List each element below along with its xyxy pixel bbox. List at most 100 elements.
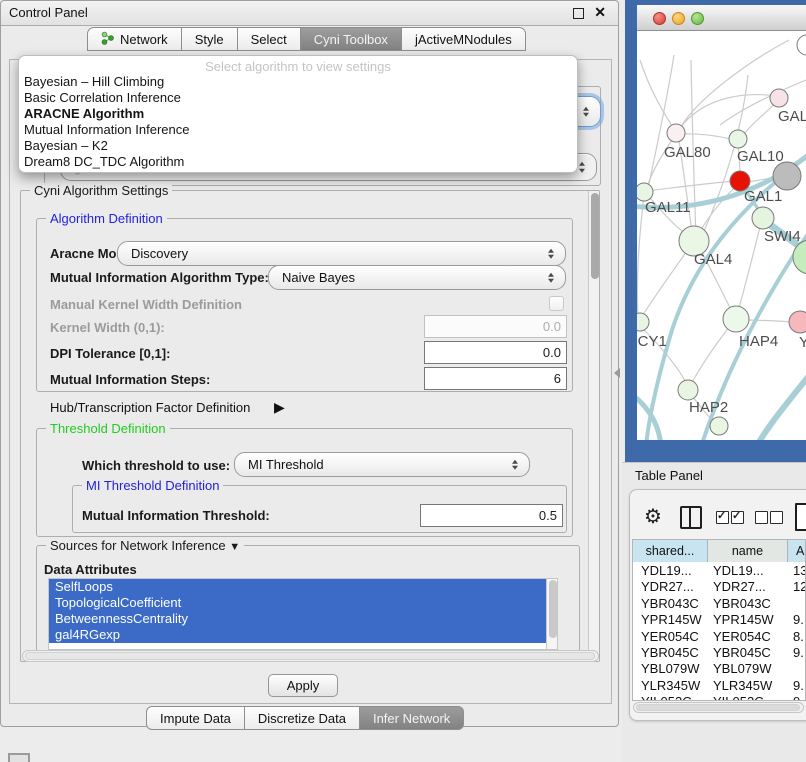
apply-button[interactable]: Apply (268, 674, 338, 697)
attribute-item-selected[interactable]: BetweennessCentrality (49, 611, 557, 627)
node-gal10[interactable] (729, 130, 747, 148)
node-gal7[interactable] (770, 89, 788, 107)
float-icon[interactable] (573, 8, 584, 19)
mi-type-combo[interactable]: Naive Bayes (268, 265, 566, 290)
settings-vertical-scrollbar[interactable] (588, 191, 599, 661)
tab-impute-data[interactable]: Impute Data (146, 706, 245, 730)
manual-kernel-checkbox[interactable] (549, 296, 564, 311)
close-traffic-light-icon[interactable] (653, 12, 666, 25)
node-swi4[interactable] (752, 207, 774, 229)
table-row[interactable]: YPR145W YPR145W 9. (633, 612, 806, 628)
dropdown-item-selected[interactable]: ARACNE Algorithm (24, 106, 144, 122)
node[interactable] (710, 417, 728, 435)
minimized-panel-icon[interactable] (8, 753, 30, 762)
mi-threshold-field[interactable]: 0.5 (420, 504, 563, 527)
kernel-width-field[interactable]: 0.0 (424, 315, 567, 338)
sources-title[interactable]: Sources for Network Inference ▼ (46, 538, 244, 553)
scrollbar-thumb[interactable] (549, 580, 557, 638)
attribute-item-selected[interactable]: SelfLoops (49, 579, 557, 595)
tab-select[interactable]: Select (238, 27, 301, 51)
dropdown-item[interactable]: Dream8 DC_TDC Algorithm (24, 154, 184, 170)
cell: YIL052C (713, 694, 787, 701)
dropdown-item[interactable]: Mutual Information Inference (24, 122, 189, 138)
column-header-name[interactable]: name (708, 540, 788, 562)
checked-box-icon[interactable] (731, 511, 744, 524)
table-row[interactable]: YBR043C YBR043C (633, 596, 806, 612)
tab-style[interactable]: Style (182, 27, 238, 51)
list-vertical-scrollbar[interactable] (546, 579, 557, 649)
collapsed-arrow-icon[interactable]: ▶ (274, 399, 285, 416)
node-hap2[interactable] (678, 380, 698, 400)
tab-discretize-data[interactable]: Discretize Data (245, 706, 360, 730)
minimize-traffic-light-icon[interactable] (672, 12, 685, 25)
tab-select-label: Select (251, 32, 287, 47)
network-window-titlebar[interactable] (637, 5, 806, 31)
checked-box-icon[interactable] (716, 511, 729, 524)
close-icon[interactable]: ✕ (594, 4, 606, 21)
gear-icon[interactable]: ⚙ (644, 504, 662, 529)
aracne-mode-combo[interactable]: Discovery (117, 241, 566, 266)
aracne-mode-value: Discovery (131, 246, 188, 261)
control-panel-titlebar[interactable]: Control Panel ✕ (1, 1, 618, 26)
scrollbar-thumb[interactable] (25, 652, 595, 660)
node-gcy1[interactable] (637, 313, 649, 331)
column-header-shared-name[interactable]: shared... (633, 540, 708, 562)
table-row[interactable]: YER054C YER054C 8. (633, 629, 806, 645)
dropdown-item[interactable]: Basic Correlation Inference (24, 90, 181, 106)
network-icon (101, 31, 114, 48)
table-row[interactable]: YDL19... YDL19... 13 (633, 563, 806, 579)
table-row[interactable]: YBR045C YBR045C 9. (633, 645, 806, 661)
table-row[interactable]: YIL052C YIL052C 9 (633, 694, 806, 701)
column-header-label: name (732, 544, 763, 558)
scrollbar-thumb[interactable] (636, 704, 800, 711)
cell: YER054C (713, 629, 787, 645)
node[interactable] (797, 35, 806, 55)
node-pink[interactable] (789, 311, 806, 333)
document-icon[interactable] (795, 503, 806, 531)
dpi-tolerance-field[interactable]: 0.0 (424, 341, 567, 364)
dropdown-item[interactable]: Bayesian – K2 (24, 138, 108, 154)
table-row[interactable]: YBL079W YBL079W (633, 661, 806, 677)
spinner-arrows-icon (579, 162, 585, 173)
table-horizontal-scrollbar[interactable] (633, 702, 804, 713)
mi-steps-field[interactable]: 6 (424, 367, 567, 390)
tab-jactivemnodules-label: jActiveMNodules (415, 32, 512, 47)
tab-infer-network[interactable]: Infer Network (360, 706, 464, 730)
tab-discretize-data-label: Discretize Data (258, 711, 346, 726)
tab-network[interactable]: Network (87, 27, 182, 51)
node-label: Y (799, 334, 806, 351)
sources-title-label: Sources for Network Inference (50, 538, 226, 553)
node-gray[interactable] (773, 162, 801, 190)
cell: 12 (793, 579, 806, 595)
algorithm-definition-title: Algorithm Definition (46, 211, 167, 226)
unchecked-box-icon[interactable] (755, 511, 768, 524)
node-hap4[interactable] (723, 306, 749, 332)
node-gal80[interactable] (667, 124, 685, 142)
node-label: GAL11 (645, 199, 691, 216)
attribute-item-selected[interactable]: gal4RGexp (49, 627, 557, 643)
network-canvas[interactable]: GAL GAL80 GAL10 GAL1 GAL11 SWI4 GAL4 GCY… (637, 31, 806, 440)
attribute-item-selected[interactable]: TopologicalCoefficient (49, 595, 557, 611)
data-attributes-list[interactable]: SelfLoops TopologicalCoefficient Between… (48, 578, 558, 650)
table-row[interactable]: YLR345W YLR345W 9. (633, 678, 806, 694)
tab-jactivemnodules[interactable]: jActiveMNodules (402, 27, 526, 51)
kernel-width-value: 0.0 (543, 319, 561, 334)
cell: YBR045C (713, 645, 787, 661)
table-row[interactable]: YDR27... YDR27... 12 (633, 579, 806, 595)
cell: 8. (793, 629, 806, 645)
zoom-traffic-light-icon[interactable] (691, 12, 704, 25)
splitpane-collapse-icon[interactable] (614, 368, 620, 378)
tab-cyni-toolbox[interactable]: Cyni Toolbox (301, 27, 402, 51)
cell: YDL19... (641, 563, 707, 579)
unchecked-box-icon[interactable] (770, 511, 783, 524)
scrollbar-thumb[interactable] (591, 193, 599, 279)
algorithm-dropdown-popup: Select algorithm to view settings Bayesi… (18, 55, 578, 173)
dropdown-item[interactable]: Bayesian – Hill Climbing (24, 74, 164, 90)
column-header-partial[interactable]: A (788, 540, 806, 562)
which-threshold-combo[interactable]: MI Threshold (234, 452, 530, 477)
columns-icon[interactable] (680, 506, 702, 529)
kernel-width-label: Kernel Width (0,1): (50, 320, 165, 335)
cell: YLR345W (713, 678, 787, 694)
settings-horizontal-scrollbar[interactable] (22, 650, 599, 662)
hub-definition-label[interactable]: Hub/Transcription Factor Definition (50, 400, 250, 415)
